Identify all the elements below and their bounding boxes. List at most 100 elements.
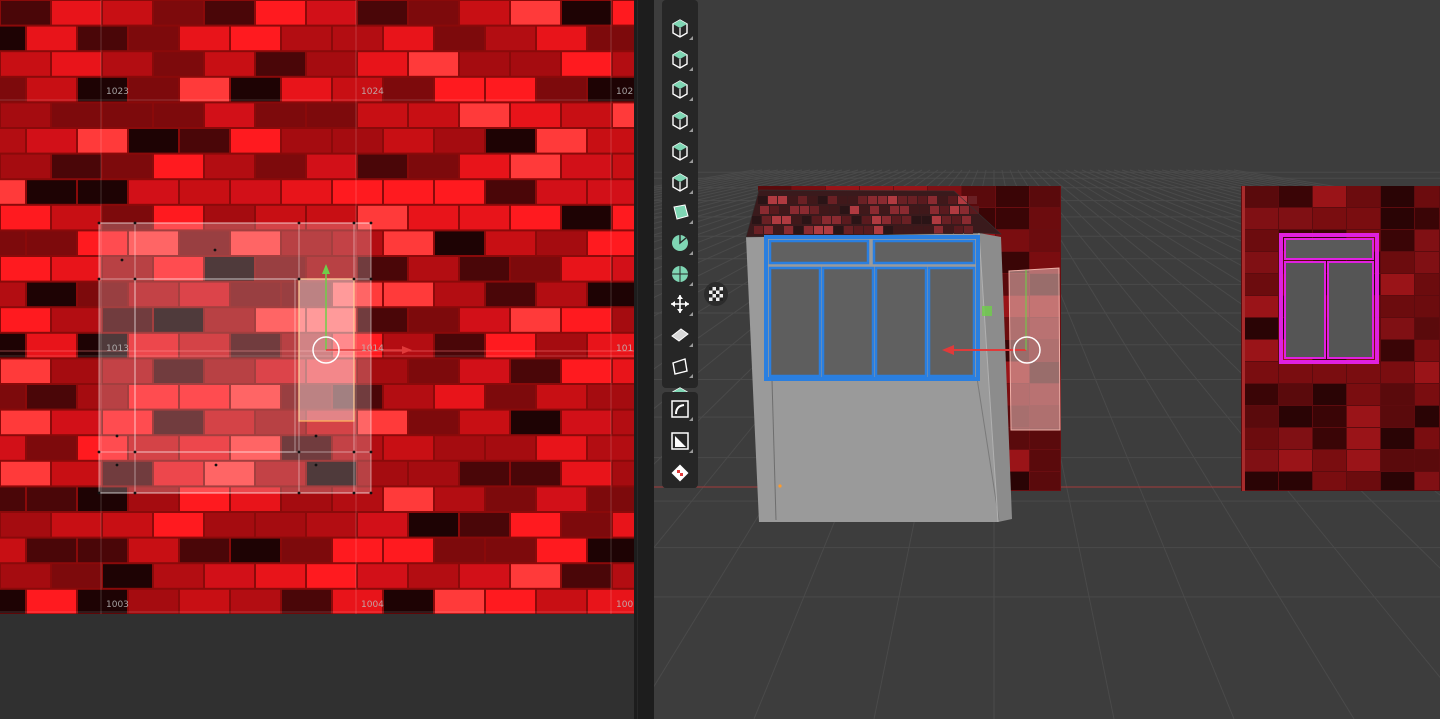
uv-vertex[interactable]: [115, 434, 119, 438]
checker-icon: [709, 287, 723, 301]
brick-tile: [409, 308, 458, 332]
uv-vertex[interactable]: [97, 491, 101, 495]
brick-tile: [460, 103, 509, 127]
extrude-region-tool[interactable]: [665, 45, 695, 73]
smooth-tool[interactable]: [665, 260, 695, 288]
uv-vertex[interactable]: [369, 277, 373, 281]
curve-icon: [669, 398, 691, 420]
brick-tile: [27, 129, 76, 153]
bevel-tool[interactable]: [665, 106, 695, 134]
shrink-fatten-tool[interactable]: [665, 321, 695, 349]
inset-faces-tool[interactable]: [665, 75, 695, 103]
bevel-icon: [669, 109, 691, 131]
uv-sync-toggle[interactable]: [704, 282, 728, 306]
brick-tile: [562, 308, 611, 332]
brick-tile: [103, 154, 152, 179]
uv-vertex[interactable]: [213, 248, 217, 252]
uv-canvas[interactable]: [0, 0, 634, 614]
roof-tile: [774, 226, 783, 234]
wall-brick: [1347, 208, 1380, 229]
uv-vertex[interactable]: [115, 463, 119, 467]
curve-tool[interactable]: [665, 395, 695, 423]
uv-vertex[interactable]: [97, 221, 101, 225]
uv-vertex[interactable]: [369, 491, 373, 495]
roof-tile: [884, 226, 893, 234]
uv-vertex[interactable]: [214, 463, 218, 467]
viewport-scene[interactable]: [654, 0, 1440, 719]
wall-brick: [1313, 472, 1346, 490]
uv-vertex[interactable]: [297, 450, 301, 454]
area-divider[interactable]: [634, 0, 654, 719]
brick-tile: [537, 77, 586, 102]
uv-vertex[interactable]: [297, 221, 301, 225]
brick-tile: [562, 103, 611, 127]
uv-vertex[interactable]: [352, 491, 356, 495]
uv-vertex[interactable]: [297, 277, 301, 281]
uv-vertex[interactable]: [369, 450, 373, 454]
brick-tile: [537, 436, 586, 460]
brick-tile: [460, 513, 509, 537]
checker-tool[interactable]: [665, 459, 695, 487]
loop-cut-tool[interactable]: [665, 137, 695, 165]
cube-add-icon: [669, 17, 691, 39]
wall-brick: [1347, 428, 1380, 449]
uv-vertex[interactable]: [369, 221, 373, 225]
uv-island-inner[interactable]: [134, 278, 296, 453]
add-cube-tool[interactable]: [665, 14, 695, 42]
brick-tile: [129, 180, 178, 204]
brick-tile: [103, 103, 152, 127]
wall-brick: [1245, 208, 1278, 229]
uv-vertex[interactable]: [133, 491, 137, 495]
uv-vertex[interactable]: [97, 450, 101, 454]
uv-vertex[interactable]: [352, 221, 356, 225]
uv-vertex[interactable]: [314, 434, 318, 438]
brick-tile: [358, 103, 407, 127]
brick-tile: [256, 154, 305, 179]
building-mesh[interactable]: [745, 189, 1012, 523]
3d-viewport[interactable]: [654, 0, 1440, 719]
shear-tool[interactable]: [665, 352, 695, 380]
magenta-window: [1279, 233, 1379, 364]
brick-tile: [613, 308, 634, 332]
wall-brick: [1415, 472, 1439, 490]
brick-tile: [409, 154, 458, 179]
uv-vertex[interactable]: [352, 277, 356, 281]
brick-tile: [0, 231, 25, 255]
uv-island[interactable]: [97, 221, 412, 495]
uv-vertex[interactable]: [297, 491, 301, 495]
uv-vertex[interactable]: [120, 258, 124, 262]
brick-tile: [460, 1, 509, 25]
uv-vertex[interactable]: [314, 463, 318, 467]
roof-tile: [958, 196, 967, 204]
edge-slide-icon: [669, 293, 691, 315]
roof-tile: [758, 196, 767, 204]
wall-brick: [1245, 274, 1278, 295]
spin-tool[interactable]: [665, 229, 695, 257]
knife-tool[interactable]: [665, 168, 695, 196]
spin-icon: [669, 232, 691, 254]
brick-tile: [409, 257, 458, 281]
roof-tile: [910, 206, 919, 214]
brick-tile: [333, 129, 382, 153]
brick-tile: [154, 1, 203, 25]
brick-tile: [256, 52, 305, 76]
wall-brick: [1313, 428, 1346, 449]
poly-build-tool[interactable]: [665, 198, 695, 226]
roof-tile: [900, 206, 909, 214]
wall-brick: [1279, 406, 1312, 427]
uv-project-tool[interactable]: [665, 427, 695, 455]
uv-vertex[interactable]: [133, 221, 137, 225]
brick-tile: [511, 205, 560, 230]
roof-tile: [902, 216, 911, 224]
brick-tile: [384, 538, 433, 563]
uv-vertex[interactable]: [97, 277, 101, 281]
roof-tile: [760, 206, 769, 214]
uv-vertex[interactable]: [133, 277, 137, 281]
brick-tile: [27, 282, 76, 307]
uv-editor[interactable]: 1023 1024 102 1013 1014 101 1003 1004 10…: [0, 0, 634, 719]
uv-vertex[interactable]: [133, 450, 137, 454]
brick-tile: [409, 564, 458, 588]
edge-slide-tool[interactable]: [665, 290, 695, 318]
loop-cut-icon: [669, 140, 691, 162]
uv-vertex[interactable]: [352, 450, 356, 454]
